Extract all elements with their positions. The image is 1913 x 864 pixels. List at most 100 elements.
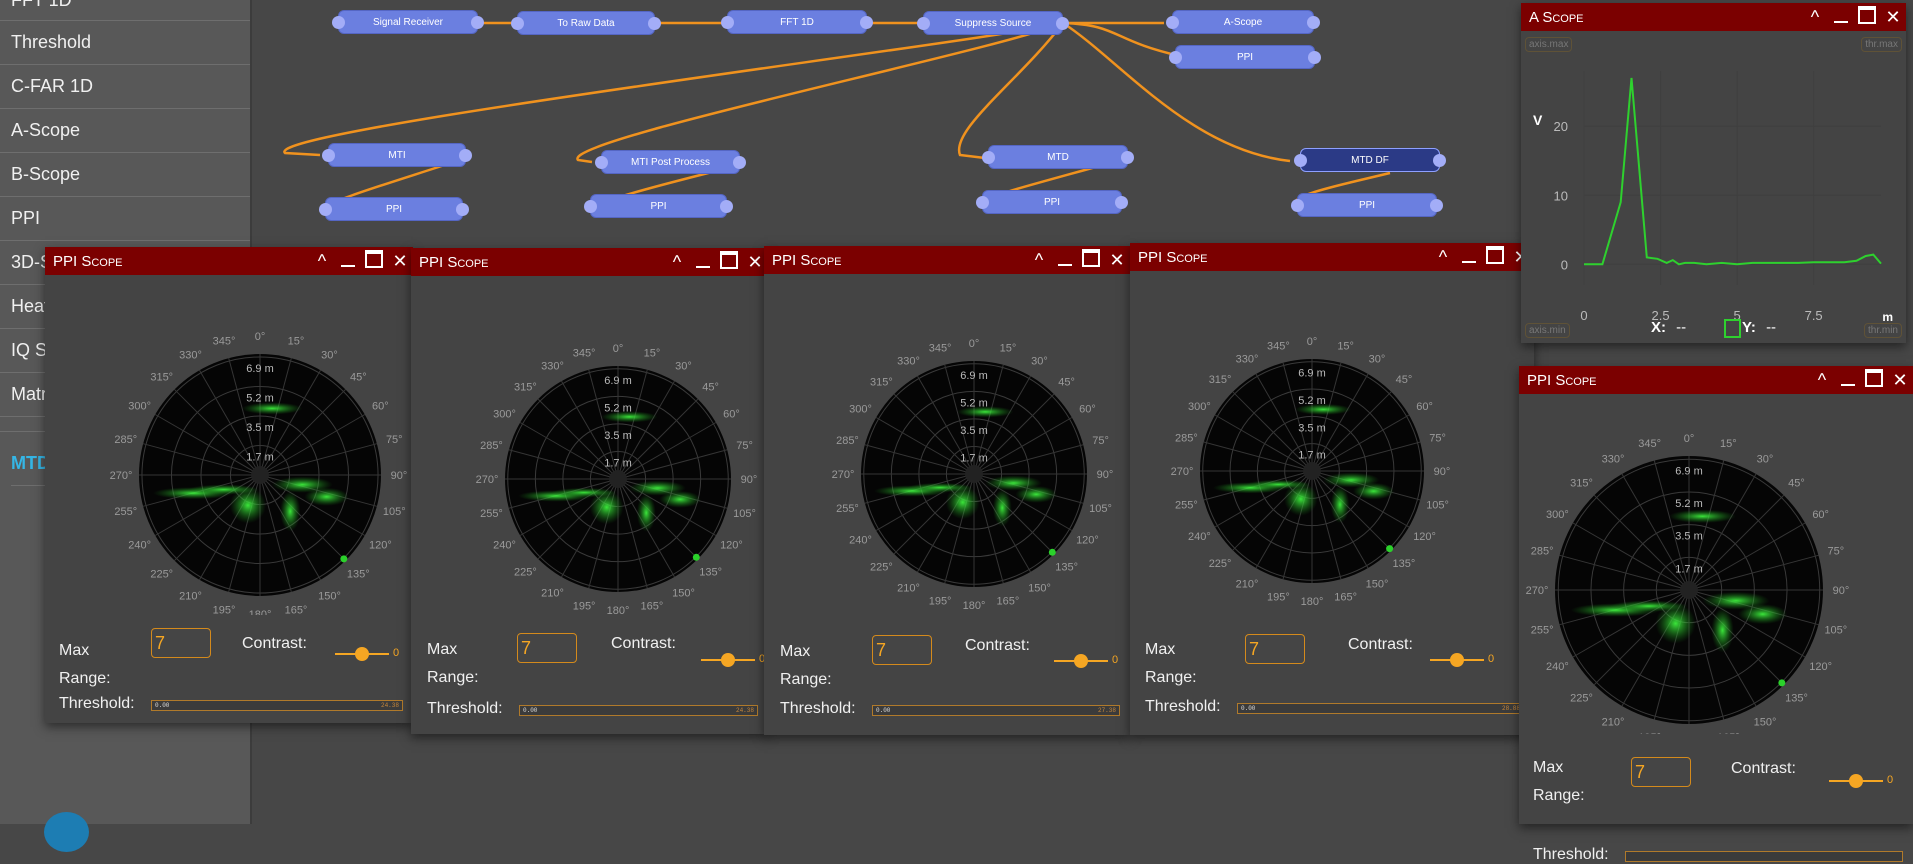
minimize-button[interactable] xyxy=(690,252,716,273)
input-port[interactable] xyxy=(721,16,734,29)
close-button[interactable]: ✕ xyxy=(1887,370,1913,391)
minimize-button[interactable] xyxy=(1828,7,1854,28)
max-range-input[interactable] xyxy=(872,635,932,665)
output-port[interactable] xyxy=(1307,16,1320,29)
input-port[interactable] xyxy=(976,196,989,209)
input-port[interactable] xyxy=(319,203,332,216)
ppi-scope-titlebar[interactable]: PPI Scope ^ ✕ xyxy=(1519,366,1913,394)
minimize-button[interactable] xyxy=(1835,370,1861,391)
maximize-button[interactable] xyxy=(716,250,742,274)
close-button[interactable]: ✕ xyxy=(1880,7,1906,28)
node-mtd-df[interactable]: MTD DF xyxy=(1294,148,1446,172)
input-port[interactable] xyxy=(1294,154,1307,167)
close-button[interactable]: ✕ xyxy=(1104,250,1130,271)
slider-handle[interactable] xyxy=(355,647,369,661)
minimize-button[interactable] xyxy=(335,251,361,272)
node-mti-post-process[interactable]: MTI Post Process xyxy=(595,150,746,174)
threshold-range-slider[interactable]: 0.00 28.88 xyxy=(1237,703,1524,714)
ppi-scope-titlebar[interactable]: PPI Scope ^ ✕ xyxy=(411,248,768,276)
input-port[interactable] xyxy=(1291,199,1304,212)
maximize-button[interactable] xyxy=(1078,248,1104,272)
collapse-button[interactable]: ^ xyxy=(664,252,690,273)
output-port[interactable] xyxy=(471,16,484,29)
collapse-button[interactable]: ^ xyxy=(1809,370,1835,391)
max-range-input[interactable] xyxy=(1631,757,1691,787)
node-mti[interactable]: MTI xyxy=(322,143,472,167)
close-button[interactable]: ✕ xyxy=(387,251,413,272)
output-port[interactable] xyxy=(1115,196,1128,209)
output-port[interactable] xyxy=(648,17,661,30)
node-suppress-source[interactable]: Suppress Source xyxy=(917,11,1069,35)
sidebar-item-b-scope[interactable]: B-Scope xyxy=(0,153,250,197)
node-ppi[interactable]: PPI xyxy=(1291,193,1443,217)
ppi-scope-titlebar[interactable]: PPI Scope ^ ✕ xyxy=(1130,243,1534,271)
slider-handle[interactable] xyxy=(1450,653,1464,667)
node-mtd[interactable]: MTD xyxy=(982,145,1134,169)
output-port[interactable] xyxy=(1433,154,1446,167)
maximize-button[interactable] xyxy=(1854,5,1880,29)
azimuth-label: 180° xyxy=(249,609,272,615)
node-to-raw-data[interactable]: To Raw Data xyxy=(511,11,661,35)
sidebar-item-fft-1d[interactable]: FFT 1D xyxy=(0,0,250,21)
input-port[interactable] xyxy=(982,151,995,164)
collapse-button[interactable]: ^ xyxy=(309,251,335,272)
output-port[interactable] xyxy=(1056,17,1069,30)
node-ppi[interactable]: PPI xyxy=(1169,45,1321,69)
threshold-range-slider[interactable] xyxy=(1625,851,1903,862)
contrast-slider[interactable] xyxy=(701,653,755,667)
app-logo-icon[interactable] xyxy=(44,812,89,852)
sidebar-item-a-scope[interactable]: A-Scope xyxy=(0,109,250,153)
max-range-input[interactable] xyxy=(517,633,577,663)
input-port[interactable] xyxy=(584,200,597,213)
output-port[interactable] xyxy=(459,149,472,162)
maximize-button[interactable] xyxy=(1482,245,1508,269)
input-port[interactable] xyxy=(511,17,524,30)
threshold-range-slider[interactable]: 0.00 24.38 xyxy=(519,705,758,716)
node-signal-receiver[interactable]: Signal Receiver xyxy=(332,10,484,34)
series-toggle-checkbox[interactable] xyxy=(1724,319,1741,338)
output-port[interactable] xyxy=(860,16,873,29)
maximize-button[interactable] xyxy=(361,249,387,273)
output-port[interactable] xyxy=(720,200,733,213)
ppi-scope-titlebar[interactable]: PPI Scope ^ ✕ xyxy=(764,246,1130,274)
output-port[interactable] xyxy=(456,203,469,216)
slider-handle[interactable] xyxy=(721,653,735,667)
node-a-scope[interactable]: A-Scope xyxy=(1166,10,1320,34)
node-fft-1d[interactable]: FFT 1D xyxy=(721,10,873,34)
minimize-button[interactable] xyxy=(1052,250,1078,271)
sidebar-item-ppi[interactable]: PPI xyxy=(0,197,250,241)
maximize-button[interactable] xyxy=(1861,368,1887,392)
collapse-button[interactable]: ^ xyxy=(1430,247,1456,268)
slider-handle[interactable] xyxy=(1849,774,1863,788)
output-port[interactable] xyxy=(1308,51,1321,64)
max-range-input[interactable] xyxy=(1245,634,1305,664)
sidebar-item-threshold[interactable]: Threshold xyxy=(0,21,250,65)
slider-handle[interactable] xyxy=(1074,654,1088,668)
node-ppi[interactable]: PPI xyxy=(976,190,1128,214)
collapse-button[interactable]: ^ xyxy=(1026,250,1052,271)
input-port[interactable] xyxy=(322,149,335,162)
sidebar-item-cfar-1d[interactable]: C-FAR 1D xyxy=(0,65,250,109)
output-port[interactable] xyxy=(1121,151,1134,164)
input-port[interactable] xyxy=(595,156,608,169)
input-port[interactable] xyxy=(1166,16,1179,29)
threshold-range-slider[interactable]: 0.00 24.38 xyxy=(151,700,403,711)
ppi-polar-display: 0° 15° 30° 45° 60° 75° 90° 105° 120° 135° 150° 165°… xyxy=(832,338,1114,612)
input-port[interactable] xyxy=(332,16,345,29)
output-port[interactable] xyxy=(1430,199,1443,212)
output-port[interactable] xyxy=(733,156,746,169)
contrast-slider[interactable] xyxy=(1829,774,1883,788)
collapse-button[interactable]: ^ xyxy=(1802,7,1828,28)
node-ppi[interactable]: PPI xyxy=(319,197,469,221)
contrast-slider[interactable] xyxy=(1430,653,1484,667)
contrast-slider[interactable] xyxy=(1054,654,1108,668)
node-ppi[interactable]: PPI xyxy=(584,194,733,218)
a-scope-titlebar[interactable]: A Scope ^ ✕ xyxy=(1521,3,1906,31)
threshold-range-slider[interactable]: 0.00 27.38 xyxy=(872,705,1120,716)
contrast-slider[interactable] xyxy=(335,647,389,661)
ppi-scope-titlebar[interactable]: PPI Scope ^ ✕ xyxy=(45,247,413,275)
input-port[interactable] xyxy=(917,17,930,30)
input-port[interactable] xyxy=(1169,51,1182,64)
max-range-input[interactable] xyxy=(151,628,211,658)
minimize-button[interactable] xyxy=(1456,247,1482,268)
